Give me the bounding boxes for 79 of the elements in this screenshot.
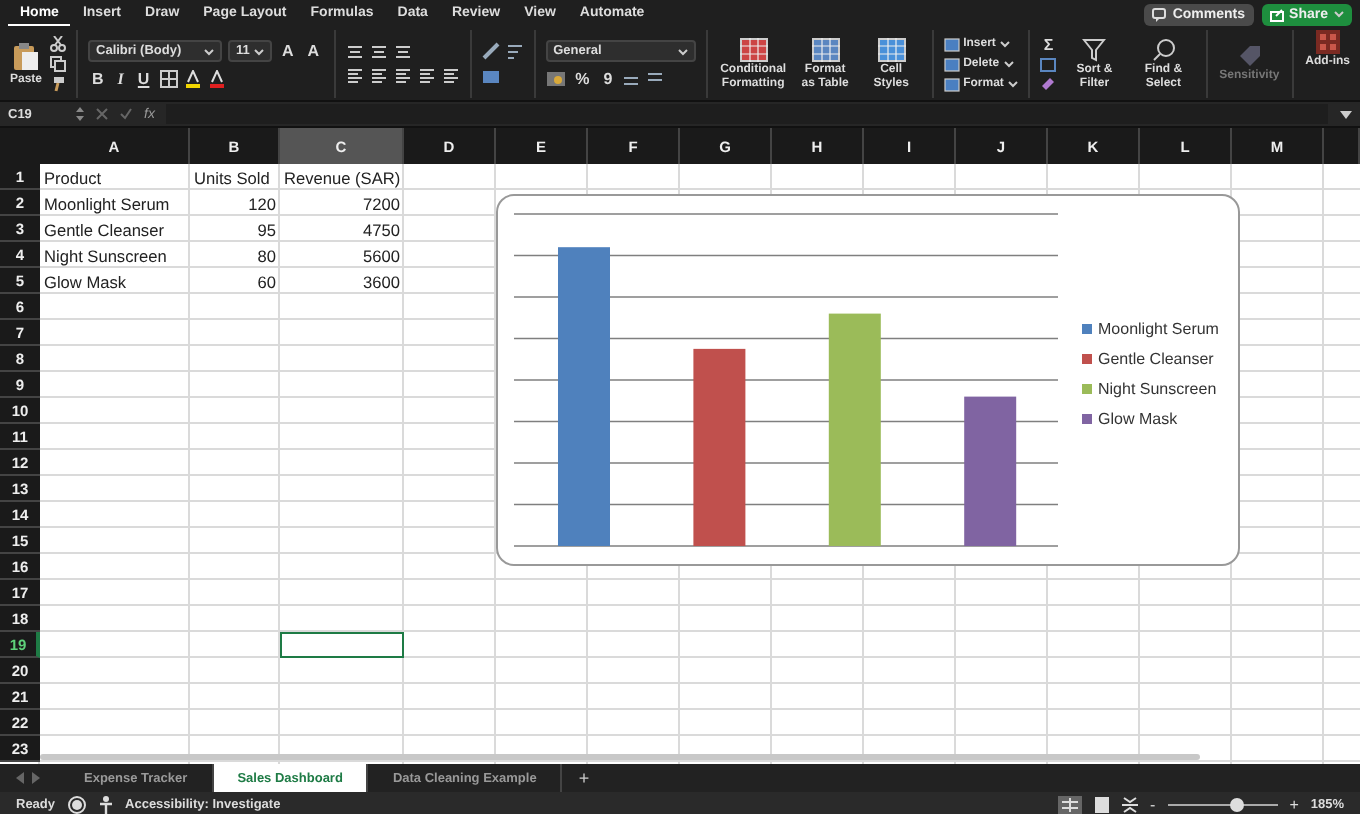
align-icon[interactable] bbox=[345, 44, 364, 60]
caret-icon[interactable] bbox=[1003, 60, 1014, 68]
caret-icon[interactable] bbox=[677, 47, 688, 55]
legend-label: Moonlight Serum bbox=[1098, 320, 1219, 338]
orientation-icon[interactable] bbox=[481, 42, 500, 60]
funnel-icon[interactable] bbox=[1082, 38, 1107, 63]
table-cell-text: Revenue (SAR) bbox=[282, 165, 403, 190]
align-icon[interactable] bbox=[417, 68, 436, 84]
autosum-button[interactable]: Σ bbox=[1039, 38, 1058, 54]
table-cell-text: 3600 bbox=[361, 269, 402, 294]
align-icon[interactable] bbox=[345, 68, 364, 84]
merge-icon[interactable] bbox=[481, 68, 500, 86]
legend-label: Night Sunscreen bbox=[1098, 380, 1217, 398]
table-cell-text: 95 bbox=[255, 217, 278, 242]
bold-button[interactable]: B bbox=[88, 71, 108, 87]
align-icon[interactable] bbox=[369, 44, 388, 60]
paintbrush-icon[interactable] bbox=[50, 76, 67, 92]
copy-icon[interactable] bbox=[50, 56, 67, 72]
scissors-icon[interactable] bbox=[50, 36, 67, 52]
table-cell-text: Night Sunscreen bbox=[42, 243, 169, 268]
table-cell-text: Gentle Cleanser bbox=[42, 217, 166, 242]
zoom-out-button[interactable]: - bbox=[1150, 796, 1156, 814]
caret-icon[interactable] bbox=[999, 40, 1010, 48]
page-break-icon[interactable] bbox=[1122, 796, 1139, 814]
cancel-icon[interactable] bbox=[96, 108, 108, 120]
italic-button[interactable]: I bbox=[113, 71, 128, 87]
share-icon[interactable] bbox=[1269, 7, 1284, 21]
table-cell-text: 60 bbox=[255, 269, 278, 294]
add-ins-icon[interactable] bbox=[1315, 30, 1340, 54]
page-layout-icon[interactable] bbox=[1094, 796, 1111, 814]
caret-icon[interactable] bbox=[204, 47, 215, 55]
search-icon[interactable] bbox=[1151, 38, 1176, 63]
expand-icon[interactable] bbox=[1340, 109, 1352, 119]
table-cell-text: Moonlight Serum bbox=[42, 191, 172, 216]
add-sheet-button[interactable]: + bbox=[562, 764, 606, 792]
table-icon[interactable] bbox=[877, 38, 906, 63]
zoom-slider-thumb[interactable] bbox=[1229, 798, 1244, 812]
table-cell-text: 80 bbox=[255, 243, 278, 268]
align-icon[interactable] bbox=[441, 68, 460, 84]
eraser-icon[interactable] bbox=[1039, 76, 1056, 90]
horizontal-scrollbar[interactable] bbox=[40, 754, 1200, 760]
borders-icon[interactable] bbox=[159, 70, 178, 88]
align-icon[interactable] bbox=[393, 44, 412, 60]
check-icon[interactable] bbox=[120, 108, 132, 120]
normal-view-icon[interactable] bbox=[1058, 796, 1083, 814]
shrink-font-button[interactable]: A bbox=[303, 43, 324, 59]
fill-down-icon[interactable] bbox=[1039, 58, 1056, 72]
table-cell-text: Glow Mask bbox=[42, 269, 129, 294]
currency-icon[interactable] bbox=[545, 70, 566, 88]
previous-sheet-icon[interactable] bbox=[16, 772, 24, 784]
table-cell-text: 120 bbox=[246, 191, 278, 216]
font-color-icon[interactable] bbox=[207, 70, 226, 88]
underline-button[interactable]: U bbox=[133, 71, 154, 87]
table-icon[interactable] bbox=[739, 38, 768, 63]
grow-font-button[interactable]: A bbox=[278, 43, 298, 59]
table-icon[interactable] bbox=[811, 38, 840, 63]
selected-cell[interactable] bbox=[280, 632, 404, 658]
record-icon[interactable] bbox=[67, 796, 86, 814]
legend-label: Gentle Cleanser bbox=[1098, 350, 1214, 368]
table-cell-text: Units Sold bbox=[192, 165, 272, 190]
align-icon[interactable] bbox=[393, 68, 412, 84]
comma-button[interactable]: 9 bbox=[599, 71, 617, 87]
next-sheet-icon[interactable] bbox=[32, 772, 40, 784]
wrap-icon[interactable] bbox=[505, 42, 524, 60]
fill-color-icon[interactable] bbox=[183, 70, 202, 88]
percent-button[interactable]: % bbox=[571, 71, 594, 87]
accessibility-icon[interactable] bbox=[97, 796, 114, 814]
caret-icon[interactable] bbox=[1007, 80, 1018, 88]
table-cell-text: 4750 bbox=[361, 217, 402, 242]
caret-icon[interactable] bbox=[254, 47, 265, 55]
legend-label: Glow Mask bbox=[1098, 410, 1178, 428]
align-icon[interactable] bbox=[369, 68, 388, 84]
speech-bubble-icon[interactable] bbox=[1152, 7, 1167, 21]
clipboard-icon[interactable] bbox=[12, 41, 40, 72]
zoom-in-button[interactable]: + bbox=[1289, 796, 1299, 814]
table-cell-text: 7200 bbox=[361, 191, 402, 216]
table-cell-text: Product bbox=[42, 165, 104, 190]
stepper-icon[interactable] bbox=[76, 106, 84, 122]
table-cell-text: 5600 bbox=[361, 243, 402, 268]
